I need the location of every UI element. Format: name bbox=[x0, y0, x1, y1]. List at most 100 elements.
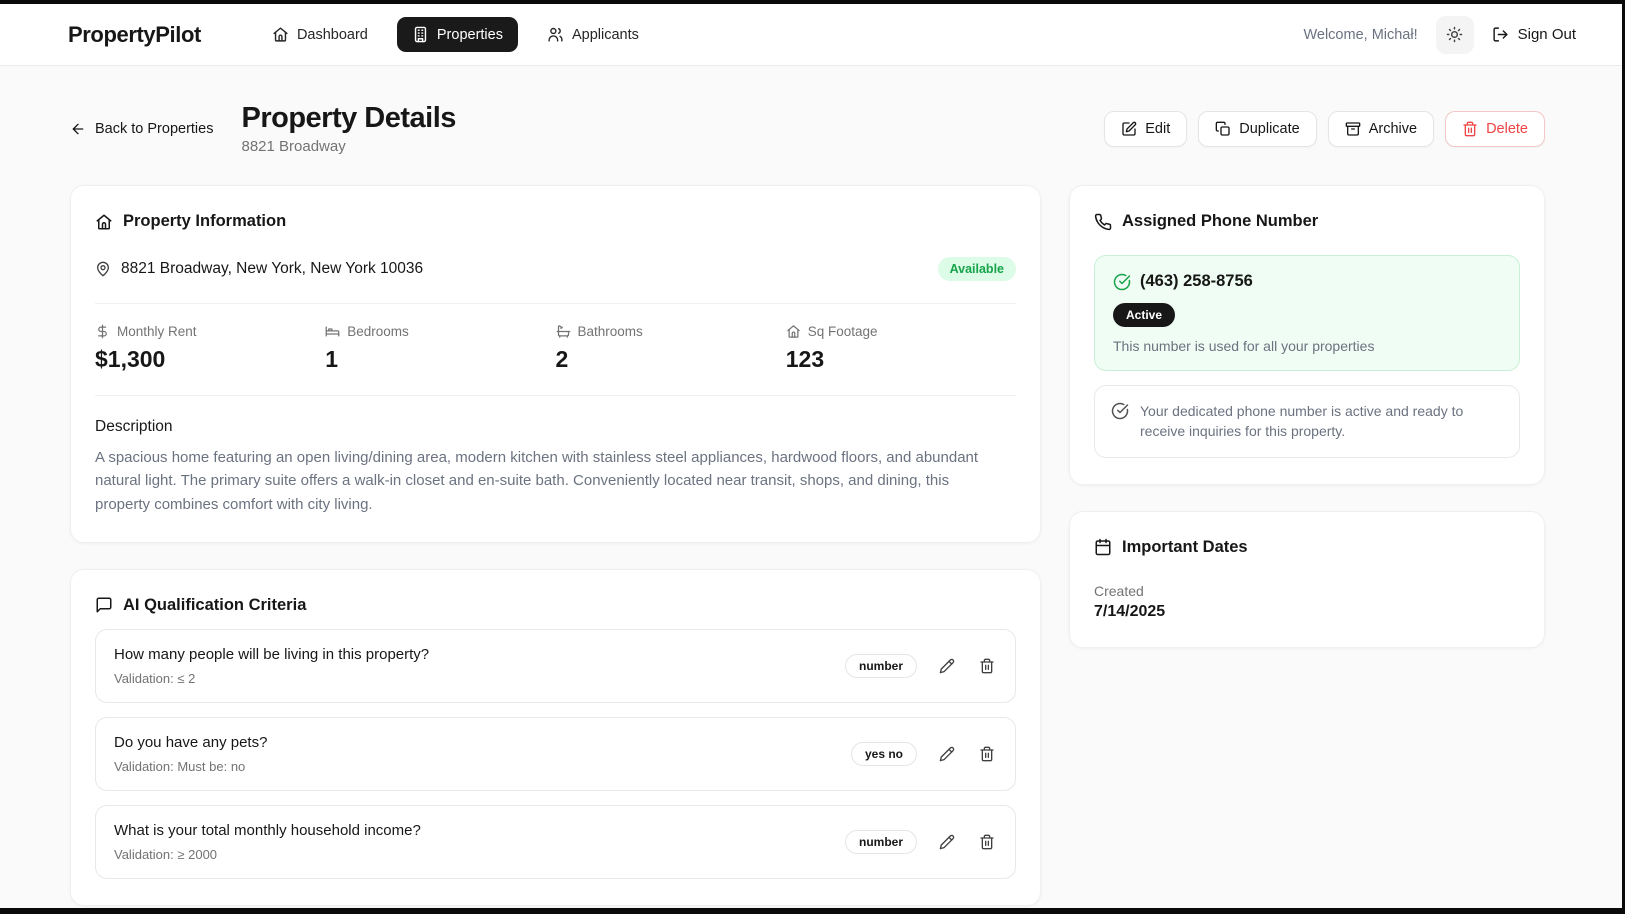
nav-properties[interactable]: Properties bbox=[397, 17, 518, 52]
phone-number-row: (463) 258-8756 bbox=[1113, 272, 1501, 291]
edit-button[interactable]: Edit bbox=[1104, 111, 1187, 147]
edit-criterion-button[interactable] bbox=[937, 656, 957, 676]
stat-monthly-rent: Monthly Rent $1,300 bbox=[95, 324, 325, 373]
stat-bathrooms-value: 2 bbox=[556, 346, 786, 373]
nav-dashboard[interactable]: Dashboard bbox=[257, 17, 383, 52]
stat-sq-footage-label: Sq Footage bbox=[808, 324, 878, 339]
page-title: Property Details bbox=[241, 102, 455, 135]
property-information-title: Property Information bbox=[123, 212, 286, 231]
page-header: Back to Properties Property Details 8821… bbox=[70, 102, 1545, 155]
address-text: 8821 Broadway, New York, New York 10036 bbox=[121, 260, 423, 278]
sign-out-label: Sign Out bbox=[1518, 26, 1576, 43]
users-icon bbox=[547, 26, 564, 43]
bed-icon bbox=[325, 324, 340, 339]
stat-bedrooms-value: 1 bbox=[325, 346, 555, 373]
nav-applicants[interactable]: Applicants bbox=[532, 17, 654, 52]
criterion-question: How many people will be living in this p… bbox=[114, 646, 429, 663]
content-columns: Property Information 8821 Broadway, New … bbox=[70, 185, 1545, 906]
important-dates-card: Important Dates Created 7/14/2025 bbox=[1069, 511, 1545, 648]
home-icon bbox=[272, 26, 289, 43]
house-icon bbox=[95, 213, 113, 231]
back-link-label: Back to Properties bbox=[95, 121, 213, 137]
map-pin-icon bbox=[95, 261, 111, 277]
theme-toggle-button[interactable] bbox=[1436, 16, 1474, 54]
delete-button[interactable]: Delete bbox=[1445, 111, 1545, 147]
criterion-text: How many people will be living in this p… bbox=[114, 646, 429, 686]
delete-criterion-button[interactable] bbox=[977, 832, 997, 852]
welcome-text: Welcome, Michał! bbox=[1303, 27, 1417, 43]
criterion-type-badge: number bbox=[845, 654, 917, 678]
stat-sq-footage: Sq Footage 123 bbox=[786, 324, 1016, 373]
top-navbar: PropertyPilot Dashboard Properties Appli… bbox=[0, 4, 1622, 66]
criterion-question: What is your total monthly household inc… bbox=[114, 822, 421, 839]
phone-active-badge: Active bbox=[1113, 303, 1175, 327]
main-nav: Dashboard Properties Applicants bbox=[257, 17, 654, 52]
stat-bathrooms: Bathrooms 2 bbox=[556, 324, 786, 373]
criterion-controls: number bbox=[845, 654, 997, 678]
criterion-validation: Validation: ≤ 2 bbox=[114, 671, 429, 686]
ai-qualification-criteria-card: AI Qualification Criteria How many peopl… bbox=[70, 569, 1041, 906]
edit-criterion-button[interactable] bbox=[937, 832, 957, 852]
duplicate-button-label: Duplicate bbox=[1239, 121, 1299, 137]
archive-button[interactable]: Archive bbox=[1328, 111, 1434, 147]
nav-applicants-label: Applicants bbox=[572, 27, 639, 43]
created-label: Created bbox=[1094, 583, 1520, 599]
description-label: Description bbox=[95, 418, 1016, 436]
sun-icon bbox=[1446, 26, 1463, 43]
edit-criterion-button[interactable] bbox=[937, 744, 957, 764]
pencil-icon bbox=[939, 658, 955, 674]
page-content: Back to Properties Property Details 8821… bbox=[0, 66, 1622, 914]
trash-icon bbox=[979, 746, 995, 762]
phone-number-text: (463) 258-8756 bbox=[1140, 272, 1253, 291]
stat-sq-footage-value: 123 bbox=[786, 346, 1016, 373]
pencil-icon bbox=[939, 834, 955, 850]
address-row: 8821 Broadway, New York, New York 10036 … bbox=[95, 257, 1016, 304]
stat-bedrooms-label: Bedrooms bbox=[347, 324, 409, 339]
house-icon bbox=[786, 324, 801, 339]
description-text: A spacious home featuring an open living… bbox=[95, 446, 995, 516]
arrow-left-icon bbox=[70, 121, 86, 137]
criterion-type-badge: yes no bbox=[851, 742, 917, 766]
trash-icon bbox=[979, 658, 995, 674]
criterion-controls: number bbox=[845, 830, 997, 854]
criterion-type-badge: number bbox=[845, 830, 917, 854]
assigned-phone-card: Assigned Phone Number (463) 258-8756 Act… bbox=[1069, 185, 1545, 485]
trash-icon bbox=[1462, 121, 1478, 137]
duplicate-button[interactable]: Duplicate bbox=[1198, 111, 1316, 147]
stat-bathrooms-label: Bathrooms bbox=[578, 324, 643, 339]
important-dates-title: Important Dates bbox=[1122, 538, 1248, 557]
property-address: 8821 Broadway, New York, New York 10036 bbox=[95, 260, 423, 278]
stat-monthly-rent-label: Monthly Rent bbox=[117, 324, 197, 339]
criterion-text: What is your total monthly household inc… bbox=[114, 822, 421, 862]
back-to-properties-link[interactable]: Back to Properties bbox=[70, 121, 213, 137]
criterion-validation: Validation: Must be: no bbox=[114, 759, 267, 774]
criteria-title: AI Qualification Criteria bbox=[123, 596, 306, 615]
building-icon bbox=[412, 26, 429, 43]
check-circle-icon bbox=[1113, 273, 1131, 291]
archive-button-label: Archive bbox=[1369, 121, 1417, 137]
sign-out-button[interactable]: Sign Out bbox=[1492, 26, 1576, 43]
title-block: Property Details 8821 Broadway bbox=[241, 102, 455, 155]
delete-criterion-button[interactable] bbox=[977, 656, 997, 676]
left-column: Property Information 8821 Broadway, New … bbox=[70, 185, 1041, 906]
delete-button-label: Delete bbox=[1486, 121, 1528, 137]
stat-bedrooms: Bedrooms 1 bbox=[325, 324, 555, 373]
assigned-phone-title: Assigned Phone Number bbox=[1122, 212, 1318, 231]
nav-dashboard-label: Dashboard bbox=[297, 27, 368, 43]
delete-criterion-button[interactable] bbox=[977, 744, 997, 764]
stat-monthly-rent-value: $1,300 bbox=[95, 346, 325, 373]
property-information-heading: Property Information bbox=[95, 212, 1016, 231]
page-subtitle: 8821 Broadway bbox=[241, 138, 455, 155]
criterion-validation: Validation: ≥ 2000 bbox=[114, 847, 421, 862]
phone-info-box: Your dedicated phone number is active an… bbox=[1094, 385, 1520, 458]
criterion-row: Do you have any pets? Validation: Must b… bbox=[95, 717, 1016, 791]
pencil-icon bbox=[939, 746, 955, 762]
brand-logo[interactable]: PropertyPilot bbox=[68, 22, 201, 48]
property-information-card: Property Information 8821 Broadway, New … bbox=[70, 185, 1041, 543]
calendar-icon bbox=[1094, 538, 1112, 556]
trash-icon bbox=[979, 834, 995, 850]
criterion-row: What is your total monthly household inc… bbox=[95, 805, 1016, 879]
copy-icon bbox=[1215, 121, 1231, 137]
edit-button-label: Edit bbox=[1145, 121, 1170, 137]
navbar-right: Welcome, Michał! Sign Out bbox=[1303, 16, 1576, 54]
